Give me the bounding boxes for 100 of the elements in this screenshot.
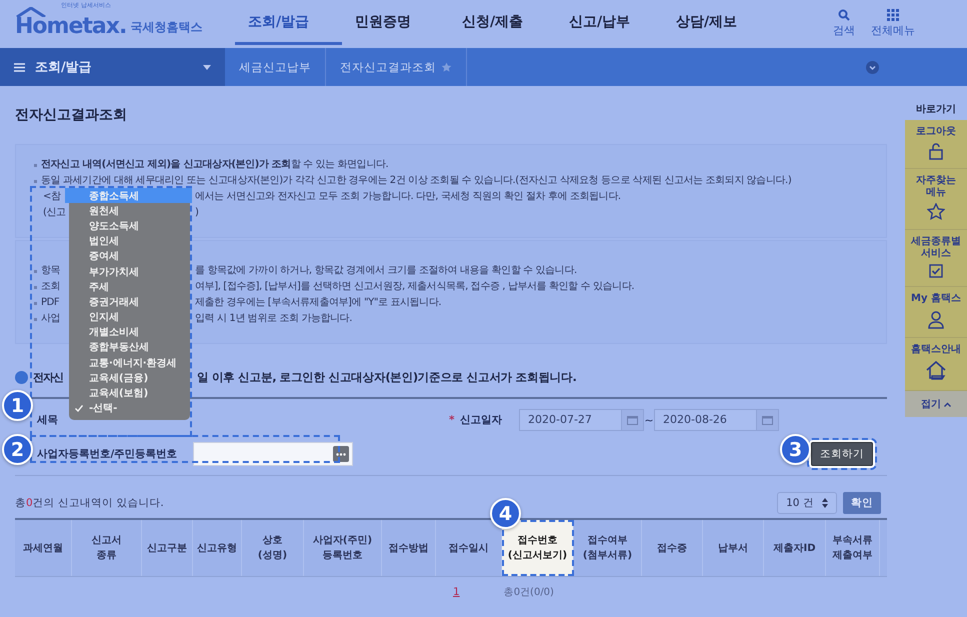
column-header: 신고구분 <box>142 520 193 576</box>
column-header: 과세연월 <box>15 520 72 576</box>
column-header: 사업자(주민) 등록번호 <box>304 520 382 576</box>
record-count: 총0건(0/0) <box>504 586 554 599</box>
notice-text: 동일 과세기간에 대해 세무대리인 또는 신고대상자(본인)가 각각 신고한 경우에는 2건 이상 조회될 수 있습니다.(전자신고 삭제요청 등으로 삭제된 신고서는 조회되지 않습니다.) <box>41 174 792 188</box>
dropdown-option[interactable]: 종합소득세 <box>65 188 192 204</box>
result-summary: 총0건의 신고내역이 있습니다. <box>15 496 164 510</box>
sort-icon <box>822 498 828 508</box>
column-header: 접수여부 (첨부서류) <box>574 520 642 576</box>
dropdown-option[interactable]: 법인세 <box>69 234 190 249</box>
roof-icon <box>15 7 47 17</box>
nav-tab[interactable]: 조회/발급 <box>235 1 342 45</box>
nav-tab[interactable]: 민원증명 <box>342 1 449 45</box>
column-header: 신고유형 <box>193 520 242 576</box>
notice-text: 항목 <box>41 264 60 278</box>
section-heading: 전자신 <box>33 370 63 385</box>
chevron-up-icon <box>944 402 952 407</box>
breadcrumb-link[interactable]: 세금신고납부 <box>225 48 326 86</box>
checkmark-icon <box>75 404 83 412</box>
notice-text: ) <box>195 206 199 220</box>
field-label: 세목 <box>37 413 59 427</box>
menu-dropdown[interactable]: 조회/발급 <box>0 48 225 86</box>
dropdown-option[interactable]: 원천세 <box>69 203 190 218</box>
calendar-icon <box>762 415 773 425</box>
notice-text: 입력 시 1년 범위로 조회 가능합니다. <box>195 312 352 326</box>
step-badge: 4 <box>490 498 521 529</box>
quick-menu-item[interactable]: 세금종류별 서비스 <box>905 230 967 287</box>
dropdown-option[interactable]: 증여세 <box>69 248 190 264</box>
more-button[interactable] <box>333 446 349 462</box>
column-header: 신고서 종류 <box>72 520 142 576</box>
column-header: 부속서류 제출여부 <box>826 520 880 576</box>
column-header: 납부서 <box>703 520 764 576</box>
notice-text: 여부], [접수증], [납부서]를 선택하면 신고서원장, 제출서식목록, 접수증 , 납부서를 확인할 수 있습니다. <box>195 280 634 294</box>
menu-icon <box>14 62 25 72</box>
house-icon <box>924 360 948 382</box>
column-header: 접수증 <box>642 520 703 576</box>
notice-text: 를 항목값에 가까이 하거나, 항목값 경계에서 크기를 조절하여 내용을 확인할 수 있습니다. <box>195 264 577 278</box>
dropdown-option[interactable]: 교육세(금융) <box>69 370 190 386</box>
range-separator: ~ <box>644 414 654 426</box>
column-header: 상호 (성명) <box>242 520 304 576</box>
checkbox-icon <box>929 264 944 278</box>
page-size-select[interactable]: 10 건 <box>777 492 838 514</box>
notice-text: 조회 <box>41 280 60 294</box>
section-heading: 일 이후 신고분, 로그인한 신고대상자(본인)기준으로 신고서가 조회됩니다. <box>197 370 578 385</box>
nav-tab[interactable]: 신고/납부 <box>556 1 663 45</box>
notice-text: 제출한 경우에는 [부속서류제출여부]에 "Y"로 표시됩니다. <box>195 296 442 310</box>
dropdown-option[interactable]: 부가가치세 <box>69 264 190 280</box>
quick-menu-item[interactable]: 홈택스안내 <box>905 338 967 391</box>
person-icon <box>926 309 946 329</box>
bullet-icon <box>34 180 37 182</box>
step-badge: 1 <box>2 390 33 421</box>
dropdown-option[interactable]: 종합부동산세 <box>69 340 190 356</box>
logo-wordmark: Hometax. <box>15 15 126 39</box>
dropdown-option[interactable]: 교육세(보험) <box>69 385 190 401</box>
all-menu-button[interactable]: 전체메뉴 <box>871 8 915 38</box>
dropdown-option[interactable]: 양도소득세 <box>69 218 190 234</box>
logo-name: 국세청홈택스 <box>130 19 202 36</box>
more-icon <box>336 452 346 456</box>
field-label: 사업자등록번호/주민등록번호 <box>37 447 178 461</box>
fold-button[interactable]: 접기 <box>905 391 967 417</box>
dropdown-option[interactable]: 교통·에너지·환경세 <box>69 355 190 370</box>
grid-icon <box>887 8 899 20</box>
star-icon <box>927 203 946 221</box>
breadcrumb-link[interactable]: 전자신고결과조회 <box>326 48 467 86</box>
notice-text: 사업 <box>41 312 60 326</box>
search-button[interactable]: 검색 <box>833 8 855 38</box>
notice-text: (신고 <box>42 206 66 220</box>
column-header: 제출자ID <box>764 520 826 576</box>
notice-text: 전자신고 내역(서면신고 제외)을 신고대상자(본인)가 조회할 수 있는 화면입니다. <box>41 158 390 172</box>
column-header: 접수번호 (신고서보기) <box>502 520 574 576</box>
notice-text: 에서는 서면신고와 전자신고 모두 조회 가능합니다. 다만, 국세청 직원의 확인 절차 후에 조회됩니다. <box>195 190 621 204</box>
date-field[interactable]: 2020-07-27 <box>519 409 644 431</box>
quick-menu-title: 바로가기 <box>915 103 958 116</box>
quick-menu-item[interactable]: My 홈택스 <box>905 287 967 338</box>
star-icon <box>441 62 452 72</box>
quick-menu-item[interactable]: 로그아웃 <box>905 120 967 169</box>
page-title: 전자신고결과조회 <box>15 106 128 124</box>
id-input-field[interactable] <box>193 442 353 466</box>
step-badge: 2 <box>2 434 33 465</box>
dropdown-option[interactable]: 개별소비세 <box>69 324 190 340</box>
dropdown-option[interactable]: 증권거래세 <box>69 294 190 310</box>
step-badge: 3 <box>780 434 811 465</box>
field-label: * 신고일자 <box>449 413 503 427</box>
dropdown-option[interactable]: -선택- <box>69 400 190 416</box>
notice-text: PDF <box>41 296 60 310</box>
caret-icon <box>203 64 211 70</box>
confirm-button[interactable]: 확인 <box>843 492 882 514</box>
expand-icon[interactable] <box>866 60 879 74</box>
nav-tab[interactable]: 신청/제출 <box>449 1 556 45</box>
calendar-icon <box>627 415 638 425</box>
dropdown-option[interactable]: 인지세 <box>69 310 190 325</box>
quick-menu-item[interactable]: 자주찾는 메뉴 <box>905 169 967 230</box>
nav-tab[interactable]: 상담/제보 <box>663 1 770 45</box>
dropdown-option[interactable]: 주세 <box>69 279 190 294</box>
page-link[interactable]: 1 <box>453 586 460 598</box>
search-icon <box>838 8 850 20</box>
notice-text: <참 <box>42 190 61 204</box>
bullet-icon <box>34 164 37 166</box>
date-field[interactable]: 2020-08-26 <box>654 409 779 431</box>
column-header: 접수방법 <box>382 520 436 576</box>
